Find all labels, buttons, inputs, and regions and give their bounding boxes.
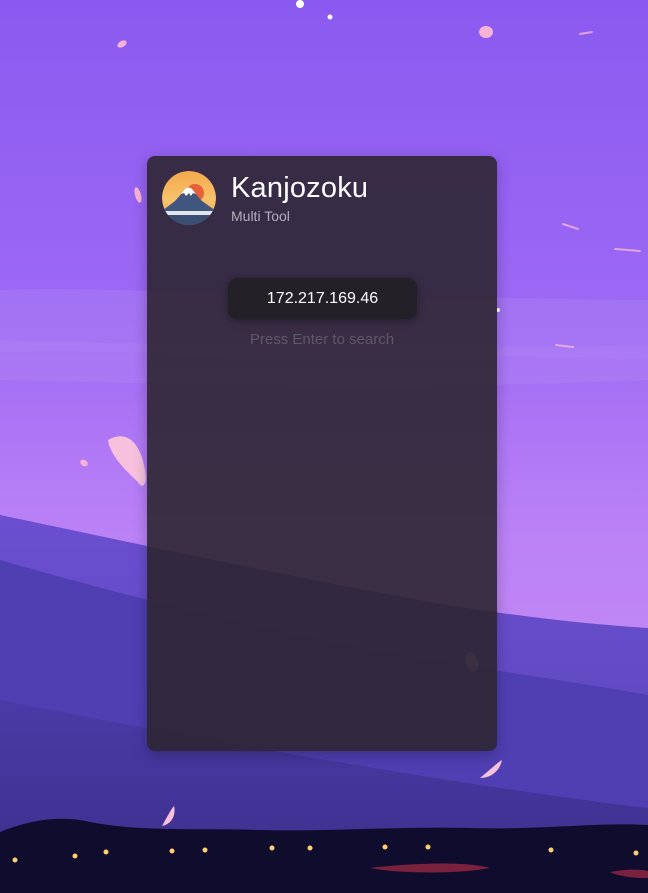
search-hint: Press Enter to search	[249, 331, 395, 348]
search-input[interactable]	[228, 278, 417, 319]
app-panel: Kanjozoku Multi Tool Press Enter to sear…	[147, 156, 497, 751]
desktop-wallpaper: Kanjozoku Multi Tool Press Enter to sear…	[0, 0, 648, 893]
app-title: Kanjozoku	[231, 172, 369, 204]
mount-fuji-sunset-logo-icon	[162, 171, 216, 225]
app-subtitle: Multi Tool	[231, 208, 290, 224]
